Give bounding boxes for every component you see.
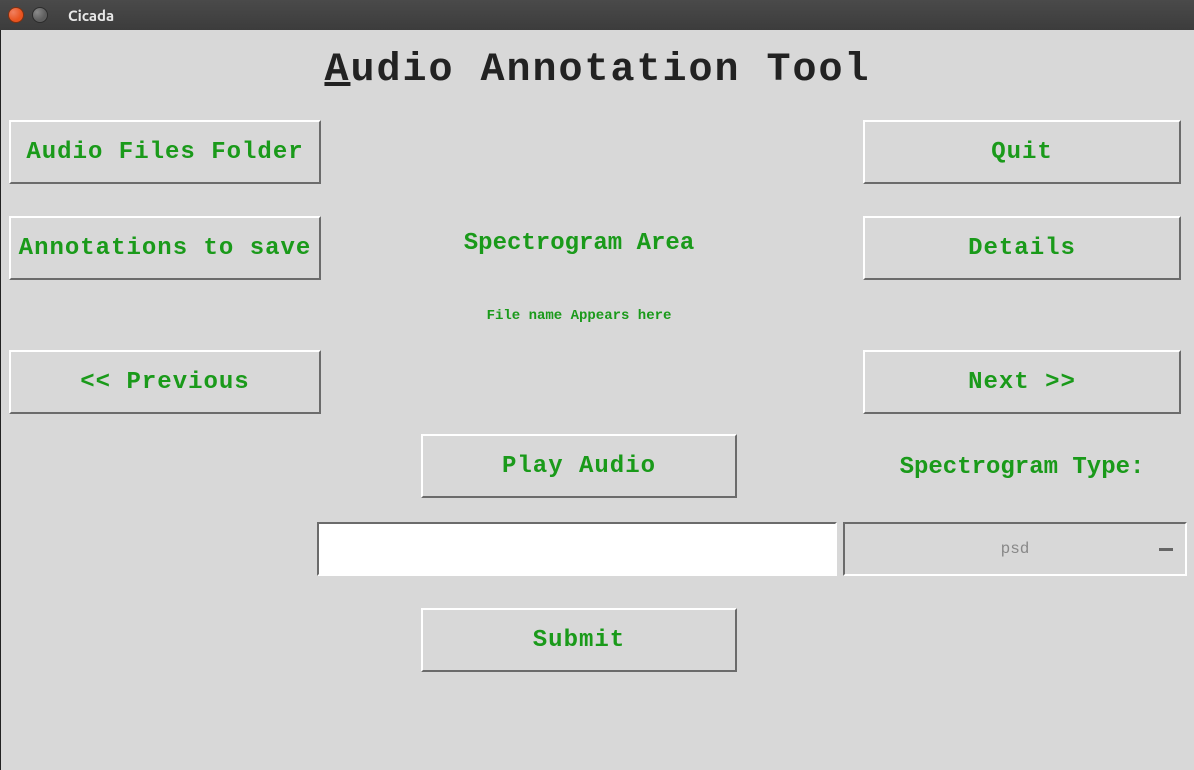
previous-button[interactable]: << Previous — [9, 350, 321, 414]
annotation-input[interactable] — [317, 522, 837, 576]
page-title-rest: udio Annotation Tool — [350, 48, 870, 93]
spectrogram-type-label: Spectrogram Type: — [863, 454, 1181, 481]
window-body: Audio Annotation Tool Audio Files Folder… — [0, 30, 1194, 770]
window-titlebar: Cicada — [0, 0, 1194, 30]
quit-button[interactable]: Quit — [863, 120, 1181, 184]
spectrogram-type-select[interactable]: psd — [843, 522, 1187, 576]
close-icon[interactable] — [8, 7, 24, 23]
next-button[interactable]: Next >> — [863, 350, 1181, 414]
filename-label: File name Appears here — [321, 308, 837, 324]
page-title-underlined: A — [324, 48, 350, 93]
audio-files-folder-button[interactable]: Audio Files Folder — [9, 120, 321, 184]
details-button[interactable]: Details — [863, 216, 1181, 280]
spectrogram-type-value: psd — [1001, 540, 1030, 558]
page-title: Audio Annotation Tool — [1, 30, 1194, 99]
dropdown-handle-icon — [1159, 548, 1173, 551]
spectrogram-area-label: Spectrogram Area — [321, 230, 837, 257]
submit-button[interactable]: Submit — [421, 608, 737, 672]
window-title: Cicada — [68, 7, 114, 24]
minimize-icon[interactable] — [32, 7, 48, 23]
play-audio-button[interactable]: Play Audio — [421, 434, 737, 498]
annotations-to-save-button[interactable]: Annotations to save — [9, 216, 321, 280]
